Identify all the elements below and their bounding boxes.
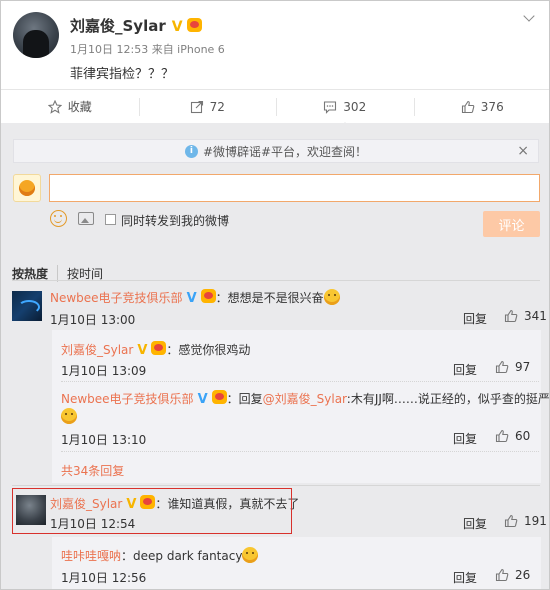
more-replies-link[interactable]: 共34条回复 (61, 462, 124, 479)
vip-badge-icon (186, 18, 202, 32)
emoji-icon[interactable] (50, 210, 67, 227)
close-icon[interactable]: × (517, 143, 529, 159)
like-count: 376 (480, 99, 504, 114)
reply-like-button[interactable]: 60 (495, 429, 530, 443)
mention-link[interactable]: @刘嘉俊_Sylar (263, 392, 347, 406)
author-avatar[interactable] (13, 12, 59, 58)
grin-emoji-icon (242, 547, 259, 563)
repost-checkbox[interactable] (105, 214, 116, 225)
verified-badge-icon: V (126, 497, 137, 512)
reply-link[interactable]: 回复 (453, 361, 477, 378)
commenter-name[interactable]: 刘嘉俊_Sylar (50, 497, 122, 511)
thumbs-up-icon (461, 100, 475, 113)
reply-like-count: 97 (515, 360, 531, 374)
reply-like-count: 60 (515, 429, 531, 443)
vip-badge-icon (200, 289, 216, 303)
comment-like-count: 341 (524, 309, 547, 323)
comment-like-button[interactable]: 341 (504, 309, 547, 323)
vip-badge-icon (211, 390, 227, 404)
divider (61, 451, 539, 452)
notice-text: #微博辟谣#平台，欢迎查阅！ (202, 144, 368, 159)
reply-time: 1月10日 12:56 (61, 571, 147, 585)
post-meta: 1月10日 12:53 来自 iPhone 6 (70, 43, 225, 56)
reply-author-name[interactable]: 刘嘉俊_Sylar (61, 343, 133, 357)
info-icon: i (184, 144, 198, 158)
like-button[interactable]: 376 (413, 90, 550, 123)
post-author[interactable]: 刘嘉俊_Sylar V (70, 15, 202, 36)
comment-button[interactable]: 302 (276, 90, 414, 128)
current-user-avatar (13, 174, 41, 202)
comment-input[interactable] (49, 174, 540, 202)
reply-body: 哇咔哇嘎呐：deep dark fantacy (61, 547, 259, 564)
thumbs-up-icon (495, 360, 509, 374)
comment-time: 1月10日 13:00 (50, 313, 136, 327)
repost-count: 72 (209, 99, 225, 114)
comment-count: 302 (343, 99, 367, 114)
favorite-label: 收藏 (67, 100, 92, 114)
comment-icon (324, 100, 337, 114)
verified-badge-icon: V (171, 19, 183, 35)
reply-time: 1月10日 13:10 (61, 433, 147, 447)
comment-text: ：想想是不是很兴奋 (215, 291, 324, 305)
reply-like-button[interactable]: 26 (495, 568, 530, 582)
divider (12, 485, 540, 486)
reply-link[interactable]: 回复 (453, 569, 477, 586)
thumbs-up-icon (495, 429, 509, 443)
image-icon[interactable] (78, 212, 94, 225)
thumbs-up-icon (495, 568, 509, 582)
reply-author-name[interactable]: 哇咔哇嘎呐 (61, 549, 121, 563)
reply-link[interactable]: 回复 (463, 310, 487, 327)
comment-text: ：谁知道真假，真就不去了 (155, 497, 300, 511)
smile-emoji-icon (61, 408, 77, 424)
comment-section: i #微博辟谣#平台，欢迎查阅！ × 同时转发到我的微博 评论 按热度 按时间 N… (1, 123, 550, 589)
divider (12, 280, 540, 281)
favorite-button[interactable]: 收藏 (1, 90, 139, 123)
reply-link[interactable]: 回复 (463, 515, 487, 532)
weibo-post-card: 刘嘉俊_Sylar V 1月10日 12:53 来自 iPhone 6 菲律宾指检… (0, 0, 550, 590)
post-action-bar: 收藏 72 302 376 (1, 89, 550, 128)
reply-text: :木有JJ啊……说正经的，似乎查的挺严 (346, 392, 550, 406)
comment-time: 1月10日 12:54 (50, 517, 136, 531)
comment-like-count: 191 (524, 514, 547, 528)
submit-comment-button[interactable]: 评论 (483, 211, 540, 237)
reply-body: Newbee电子竞技俱乐部 V ：回复@刘嘉俊_Sylar:木有JJ啊……说正经的，… (61, 390, 550, 407)
chevron-down-icon[interactable] (523, 11, 537, 25)
repost-icon (190, 100, 203, 113)
reply-link[interactable]: 回复 (453, 430, 477, 447)
verified-badge-icon: V (186, 291, 197, 306)
comment-body: Newbee电子竞技俱乐部 V ：想想是不是很兴奋 (50, 289, 340, 306)
thumbs-up-icon (504, 309, 518, 323)
thumbs-up-icon (504, 514, 518, 528)
repost-checkbox-label[interactable]: 同时转发到我的微博 (121, 212, 229, 229)
reply-time: 1月10日 13:09 (61, 364, 147, 378)
reply-body: 刘嘉俊_Sylar V ：感觉你很鸡动 (61, 341, 250, 358)
cat-emoji-icon (323, 289, 340, 305)
reply-author-name[interactable]: Newbee电子竞技俱乐部 (61, 392, 194, 406)
comment-like-button[interactable]: 191 (504, 514, 547, 528)
commenter-name[interactable]: Newbee电子竞技俱乐部 (50, 291, 183, 305)
divider (61, 381, 539, 382)
reply-emoji-line (61, 408, 77, 424)
star-icon (47, 99, 62, 114)
vip-badge-icon (140, 495, 156, 509)
post-text: 菲律宾指检？？？ (70, 67, 175, 82)
commenter-avatar[interactable] (16, 495, 46, 525)
commenter-avatar[interactable] (12, 291, 42, 321)
verified-badge-icon: V (137, 343, 148, 358)
reply-like-button[interactable]: 97 (495, 360, 530, 374)
post-author-name[interactable]: 刘嘉俊_Sylar (70, 17, 166, 35)
repost-button[interactable]: 72 (138, 90, 277, 123)
reply-like-count: 26 (515, 568, 531, 582)
reply-text: ：deep dark fantacy (121, 549, 243, 563)
rumor-notice[interactable]: i #微博辟谣#平台，欢迎查阅！ × (13, 139, 539, 163)
reply-text-prefix: ：回复 (226, 392, 263, 406)
reply-text: ：感觉你很鸡动 (166, 343, 251, 357)
vip-badge-icon (151, 341, 167, 355)
verified-badge-icon: V (197, 392, 208, 407)
comment-body: 刘嘉俊_Sylar V ：谁知道真假，真就不去了 (50, 495, 299, 512)
